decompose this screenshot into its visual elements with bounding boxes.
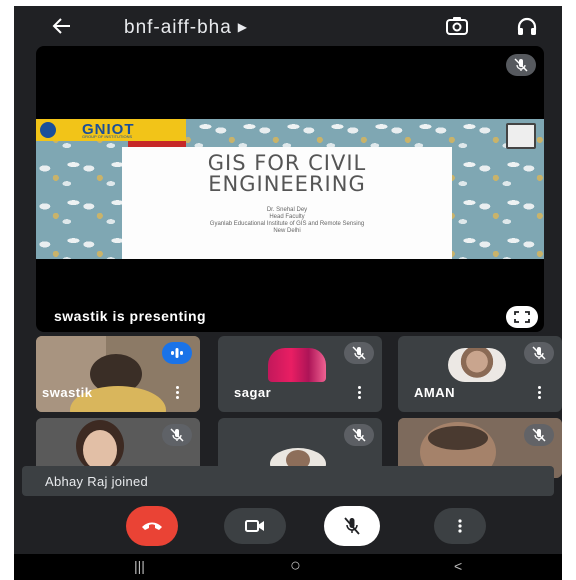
back-button[interactable] bbox=[50, 14, 78, 38]
participant-tile[interactable]: sagar bbox=[218, 336, 382, 412]
mic-off-icon bbox=[344, 517, 360, 535]
system-back-button[interactable]: < bbox=[454, 558, 462, 574]
call-controls bbox=[14, 502, 562, 552]
presenter-muted-badge bbox=[506, 54, 536, 76]
camera-toggle-button[interactable] bbox=[224, 508, 286, 544]
muted-badge bbox=[344, 342, 374, 364]
institute-logo-icon bbox=[506, 123, 536, 149]
gniot-logo: GNIOT GROUP OF INSTITUTIONS bbox=[36, 119, 186, 141]
speaking-badge bbox=[162, 342, 192, 364]
mic-off-icon bbox=[352, 346, 366, 360]
fullscreen-icon bbox=[514, 311, 530, 323]
participant-avatar bbox=[448, 348, 506, 382]
logo-subtext: GROUP OF INSTITUTIONS bbox=[82, 134, 133, 139]
meeting-code-button[interactable]: bnf-aiff-bha ▶ bbox=[124, 17, 248, 39]
muted-badge bbox=[524, 424, 554, 446]
more-vertical-icon bbox=[458, 519, 462, 533]
audio-output-button[interactable] bbox=[516, 16, 538, 36]
muted-badge bbox=[524, 342, 554, 364]
slide-title-line1: GIS FOR CIVIL bbox=[207, 151, 367, 175]
slide-presenter-role: Head Faculty bbox=[269, 214, 305, 220]
mic-off-icon bbox=[532, 428, 546, 442]
join-notification: Abhay Raj joined bbox=[22, 466, 554, 496]
presentation-stage[interactable]: GNIOT GROUP OF INSTITUTIONS GIS FOR CIVI… bbox=[36, 46, 544, 332]
slide-presenter-name: Dr. Snehal Dey bbox=[266, 207, 308, 213]
meet-app: bnf-aiff-bha ▶ GNIOT GROUP OF INSTITUTIO… bbox=[14, 6, 562, 580]
participant-name: swastik bbox=[42, 385, 93, 400]
presenting-status: swastik is presenting bbox=[54, 308, 207, 324]
more-options-button[interactable] bbox=[434, 508, 486, 544]
gniot-emblem-icon bbox=[40, 122, 56, 138]
home-button[interactable]: ○ bbox=[290, 555, 301, 576]
caret-right-icon: ▶ bbox=[237, 20, 249, 34]
recent-apps-button[interactable]: ||| bbox=[134, 558, 145, 574]
slide-title-line2: ENGINEERING bbox=[208, 172, 366, 196]
slide-city: New Delhi bbox=[273, 228, 301, 234]
phone-hangup-icon bbox=[142, 522, 162, 530]
system-nav-bar: ||| ○ < bbox=[14, 554, 562, 580]
audio-level-icon bbox=[171, 348, 183, 358]
camera-switch-icon bbox=[446, 17, 468, 35]
muted-badge bbox=[344, 424, 374, 446]
participant-avatar bbox=[268, 348, 326, 382]
shared-slide: GNIOT GROUP OF INSTITUTIONS GIS FOR CIVI… bbox=[36, 119, 544, 259]
mic-off-icon bbox=[170, 428, 184, 442]
headphones-icon bbox=[517, 17, 537, 35]
participant-name: AMAN bbox=[414, 385, 455, 400]
arrow-left-icon bbox=[52, 18, 70, 34]
mic-off-icon bbox=[532, 346, 546, 360]
end-call-button[interactable] bbox=[126, 506, 178, 546]
switch-camera-button[interactable] bbox=[446, 16, 468, 36]
video-camera-icon bbox=[245, 520, 264, 532]
mic-off-icon bbox=[514, 58, 528, 72]
mic-toggle-button[interactable] bbox=[324, 506, 380, 546]
participant-tile[interactable]: swastik bbox=[36, 336, 200, 412]
participant-options-button[interactable] bbox=[176, 386, 180, 400]
muted-badge bbox=[162, 424, 192, 446]
fullscreen-button[interactable] bbox=[506, 306, 538, 328]
meeting-code: bnf-aiff-bha bbox=[124, 17, 232, 38]
slide-title: GIS FOR CIVIL ENGINEERING bbox=[122, 153, 452, 195]
join-notification-text: Abhay Raj joined bbox=[45, 474, 149, 489]
slide-institute: Gyanlab Educational Institute of GIS and… bbox=[209, 221, 365, 227]
participant-name: sagar bbox=[234, 385, 272, 400]
participant-tile[interactable]: AMAN bbox=[398, 336, 562, 412]
participant-options-button[interactable] bbox=[358, 386, 362, 400]
mic-off-icon bbox=[352, 428, 366, 442]
top-bar: bnf-aiff-bha ▶ bbox=[14, 6, 562, 46]
slide-title-card: GIS FOR CIVIL ENGINEERING Dr. Snehal Dey… bbox=[122, 147, 452, 259]
participant-options-button[interactable] bbox=[538, 386, 542, 400]
slide-credits: Dr. Snehal Dey Head Faculty Gyanlab Educ… bbox=[122, 207, 452, 235]
